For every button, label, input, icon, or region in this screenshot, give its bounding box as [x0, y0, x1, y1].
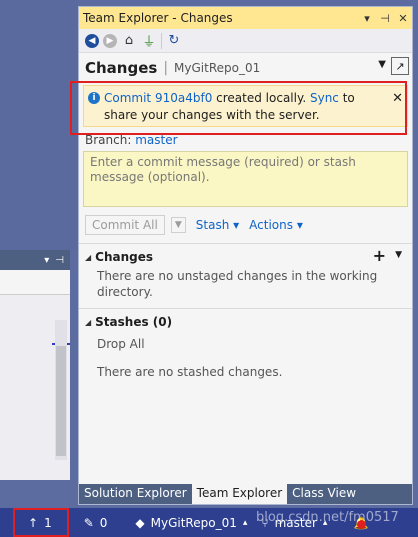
left-pane-subheader [0, 270, 70, 295]
editor-background [0, 0, 78, 250]
collapse-icon[interactable]: ◢ [85, 253, 91, 262]
drop-all-button[interactable]: Drop All [85, 337, 406, 351]
actions-menu[interactable]: Actions ▾ [249, 218, 303, 232]
team-explorer-toolbar: ◀ ▶ ⌂ ⏚ ↻ [79, 29, 412, 53]
changes-title: Changes [95, 250, 154, 264]
tab-team-explorer[interactable]: Team Explorer [191, 484, 288, 504]
section-dropdown-icon[interactable]: ▼ [395, 250, 402, 260]
repo-icon: ◆ [135, 515, 145, 530]
connect-icon[interactable]: ⏚ [141, 31, 157, 50]
repo-name: MyGitRepo_01 [174, 61, 261, 75]
scrollbar-thumb[interactable] [56, 346, 66, 456]
changes-message: There are no unstaged changes in the wor… [97, 269, 378, 299]
tab-class-view[interactable]: Class View [287, 484, 361, 504]
watermark-text: blog.csdn.net/fm0517 [256, 510, 399, 525]
stashes-header[interactable]: ◢ Stashes (0) [85, 315, 406, 329]
push-highlight [13, 508, 69, 537]
window-dropdown-icon[interactable]: ▾ [358, 12, 376, 25]
tool-window-tabs: Solution Explorer Team Explorer Class Vi… [79, 484, 412, 504]
notification-highlight [70, 81, 407, 135]
close-icon[interactable]: ✕ [394, 12, 412, 25]
stash-menu[interactable]: Stash ▾ [196, 218, 239, 232]
stashes-section: ◢ Stashes (0) Drop All There are no stas… [79, 309, 412, 387]
status-repo: MyGitRepo_01 [150, 515, 237, 530]
navigate-icon[interactable]: ↗ [391, 57, 409, 75]
pencil-icon: ✎ [83, 515, 94, 530]
stashes-message: There are no stashed changes. [97, 365, 283, 379]
actions-label: Actions [249, 218, 293, 232]
commit-message-input[interactable]: Enter a commit message (required) or sta… [83, 151, 408, 207]
page-dropdown-icon[interactable]: ▼ [378, 59, 386, 70]
home-icon[interactable]: ⌂ [121, 33, 137, 48]
window-title: Team Explorer - Changes [83, 11, 233, 25]
header-separator: | [163, 60, 169, 76]
changes-section: ◢ Changes + ▼ There are no unstaged chan… [79, 244, 412, 309]
page-header: Changes | MyGitRepo_01 ▼ ↗ [79, 53, 412, 83]
repo-dropdown-icon: ▴ [242, 517, 248, 528]
collapse-icon[interactable]: ◢ [85, 318, 91, 327]
commit-all-button[interactable]: Commit All [85, 215, 165, 235]
commit-dropdown-icon[interactable]: ▼ [170, 217, 186, 233]
pending-indicator[interactable]: ✎ 0 [62, 516, 118, 530]
changes-header[interactable]: ◢ Changes [85, 250, 406, 264]
tab-solution-explorer[interactable]: Solution Explorer [79, 484, 192, 504]
left-pane-header: ▾ ⊣ [0, 250, 70, 270]
forward-icon[interactable]: ▶ [103, 33, 117, 48]
action-bar: Commit All ▼ Stash ▾ Actions ▾ [79, 207, 412, 244]
back-icon[interactable]: ◀ [85, 33, 99, 48]
page-title: Changes [85, 59, 158, 77]
repo-indicator[interactable]: ◆ MyGitRepo_01 ▴ [117, 516, 257, 530]
stashes-title: Stashes (0) [95, 315, 173, 329]
window-titlebar: Team Explorer - Changes ▾ ⊣ ✕ [79, 7, 412, 29]
stash-label: Stash [195, 218, 230, 232]
pin-icon[interactable]: ⊣ [376, 12, 394, 25]
pending-count: 0 [99, 515, 108, 530]
toolbar-separator [161, 32, 162, 49]
branch-label: Branch: [85, 133, 132, 147]
left-docked-pane: ▾ ⊣ [0, 250, 70, 480]
branch-link[interactable]: master [135, 133, 177, 147]
pin-icon[interactable]: ⊣ [55, 255, 64, 266]
refresh-icon[interactable]: ↻ [166, 33, 182, 48]
add-icon[interactable]: + [373, 246, 386, 265]
pane-dropdown-icon[interactable]: ▾ [44, 255, 49, 266]
